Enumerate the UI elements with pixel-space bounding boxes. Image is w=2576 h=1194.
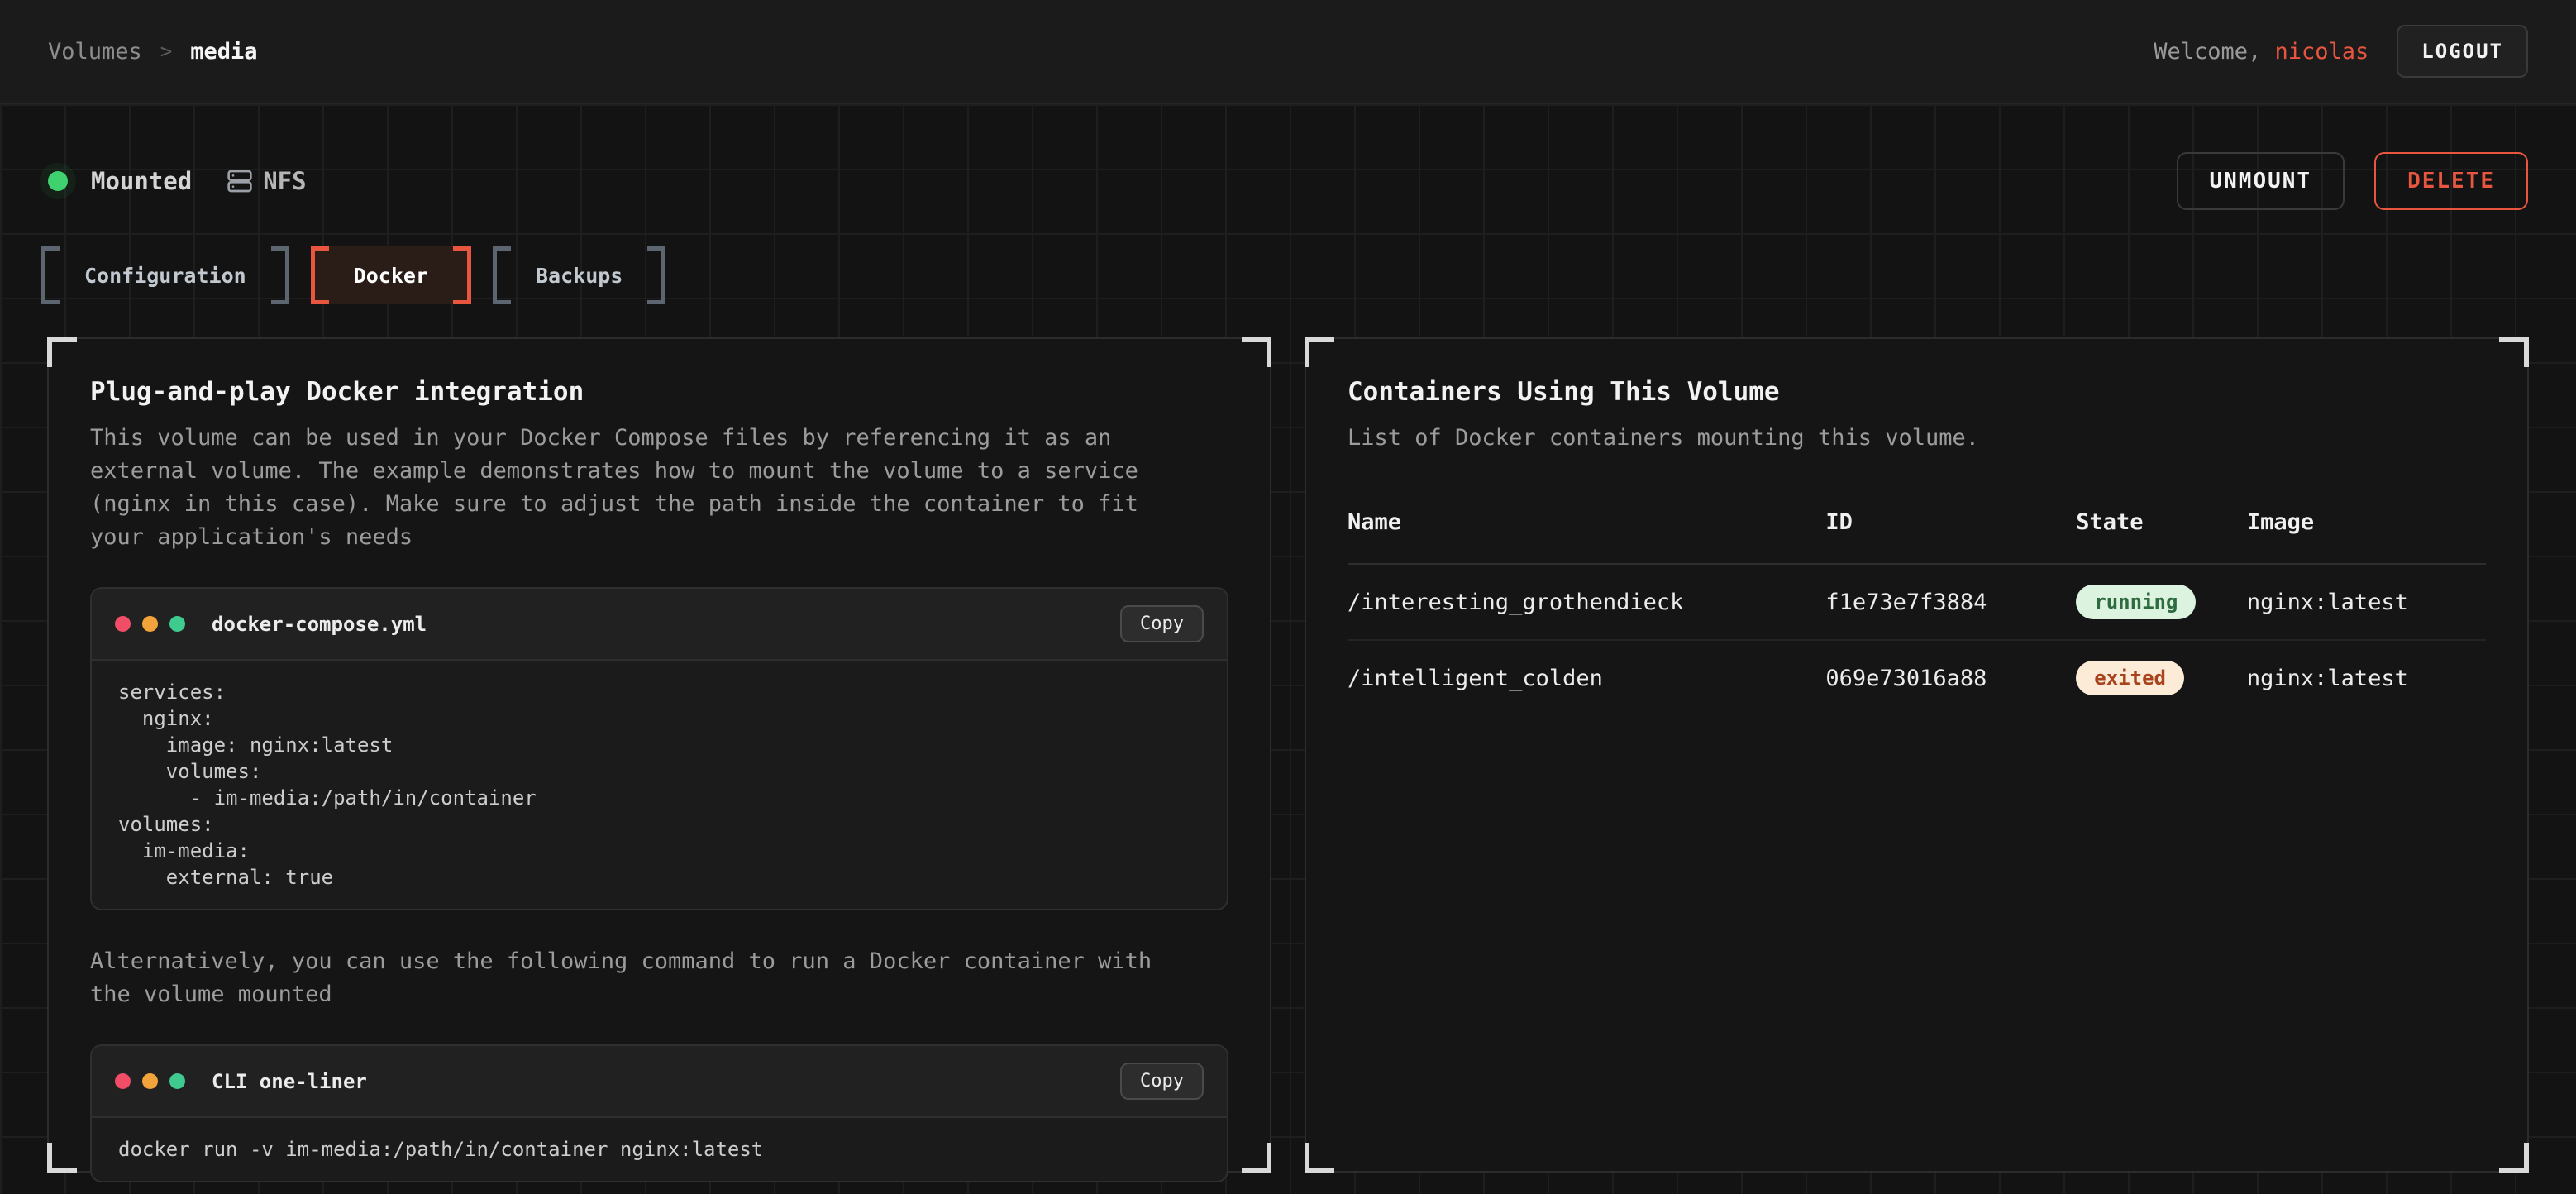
container-image: nginx:latest	[2247, 640, 2486, 715]
column-header-name: Name	[1348, 509, 1825, 564]
bracket-left-icon	[41, 246, 60, 304]
table-header-row: Name ID State Image	[1348, 509, 2486, 564]
container-id: f1e73e7f3884	[1825, 564, 2076, 640]
tab-backups[interactable]: Backups	[493, 246, 665, 304]
traffic-light-green-icon	[169, 1073, 185, 1089]
container-id: 069e73016a88	[1825, 640, 2076, 715]
container-name: /interesting_grothendieck	[1348, 564, 1825, 640]
code-block-filename: CLI one-liner	[212, 1070, 367, 1093]
tab-label: Configuration	[84, 264, 246, 288]
cli-code-block: CLI one-liner Copy docker run -v im-medi…	[90, 1044, 1228, 1182]
traffic-light-yellow-icon	[142, 1073, 158, 1089]
panel-corner-accent	[2499, 1143, 2529, 1173]
table-row: /interesting_grothendieck f1e73e7f3884 r…	[1348, 564, 2486, 640]
driver-label: NFS	[263, 167, 306, 195]
server-icon	[227, 168, 253, 194]
bracket-left-icon	[311, 246, 329, 304]
traffic-light-red-icon	[115, 1073, 131, 1089]
state-badge: exited	[2076, 661, 2184, 695]
breadcrumb: Volumes > media	[48, 39, 258, 64]
traffic-light-yellow-icon	[142, 616, 158, 632]
code-block-filename: docker-compose.yml	[212, 613, 427, 636]
tab-docker[interactable]: Docker	[311, 246, 471, 304]
tab-label: Docker	[354, 264, 428, 288]
panel-corner-accent	[47, 337, 77, 367]
top-bar: Volumes > media Welcome, nicolas LOGOUT	[0, 0, 2576, 104]
column-header-id: ID	[1825, 509, 2076, 564]
traffic-light-red-icon	[115, 616, 131, 632]
copy-compose-button[interactable]: Copy	[1120, 605, 1204, 642]
compose-code-block: docker-compose.yml Copy services: nginx:…	[90, 587, 1228, 910]
breadcrumb-volumes-link[interactable]: Volumes	[48, 39, 142, 64]
bracket-right-icon	[453, 246, 471, 304]
panel-corner-accent	[1305, 1143, 1334, 1173]
bracket-left-icon	[493, 246, 511, 304]
status-row: Mounted NFS UNMOUNT DELETE	[0, 104, 2576, 210]
username: nicolas	[2275, 39, 2369, 64]
traffic-light-green-icon	[169, 616, 185, 632]
panel-corner-accent	[1305, 337, 1334, 367]
column-header-image: Image	[2247, 509, 2486, 564]
welcome-message: Welcome, nicolas	[2154, 39, 2368, 64]
copy-cli-button[interactable]: Copy	[1120, 1063, 1204, 1100]
state-badge: running	[2076, 585, 2196, 619]
volume-tabs: Configuration Docker Backups	[41, 246, 2576, 304]
containers-table: Name ID State Image /interesting_grothen…	[1348, 509, 2486, 715]
panel-title: Plug-and-play Docker integration	[90, 377, 1228, 407]
column-header-state: State	[2076, 509, 2247, 564]
panel-subtitle: List of Docker containers mounting this …	[1348, 422, 2455, 455]
tab-configuration[interactable]: Configuration	[41, 246, 289, 304]
panel-description: This volume can be used in your Docker C…	[90, 422, 1198, 554]
docker-integration-panel: Plug-and-play Docker integration This vo…	[47, 337, 1271, 1173]
containers-panel: Containers Using This Volume List of Doc…	[1305, 337, 2529, 1173]
compose-code-content: services: nginx: image: nginx:latest vol…	[92, 661, 1227, 909]
panel-corner-accent	[1242, 1143, 1271, 1173]
tab-label: Backups	[536, 264, 623, 288]
delete-button[interactable]: DELETE	[2374, 152, 2528, 210]
unmount-button[interactable]: UNMOUNT	[2177, 152, 2345, 210]
breadcrumb-current-volume: media	[190, 39, 257, 64]
mounted-status-label: Mounted	[91, 167, 192, 195]
bracket-right-icon	[271, 246, 289, 304]
container-name: /intelligent_colden	[1348, 640, 1825, 715]
panel-corner-accent	[47, 1143, 77, 1173]
table-row: /intelligent_colden 069e73016a88 exited …	[1348, 640, 2486, 715]
cli-code-content: docker run -v im-media:/path/in/containe…	[92, 1118, 1227, 1181]
mounted-status-dot	[48, 171, 68, 191]
welcome-prefix: Welcome,	[2154, 39, 2274, 64]
logout-button[interactable]: LOGOUT	[2397, 25, 2528, 78]
panel-corner-accent	[2499, 337, 2529, 367]
panel-corner-accent	[1242, 337, 1271, 367]
driver-badge: NFS	[227, 167, 306, 195]
cli-intro-text: Alternatively, you can use the following…	[90, 945, 1198, 1011]
container-image: nginx:latest	[2247, 564, 2486, 640]
breadcrumb-separator-icon: >	[160, 40, 172, 63]
panel-title: Containers Using This Volume	[1348, 377, 2486, 407]
volume-detail-page: Mounted NFS UNMOUNT DELETE Configuration	[0, 104, 2576, 1194]
bracket-right-icon	[647, 246, 665, 304]
